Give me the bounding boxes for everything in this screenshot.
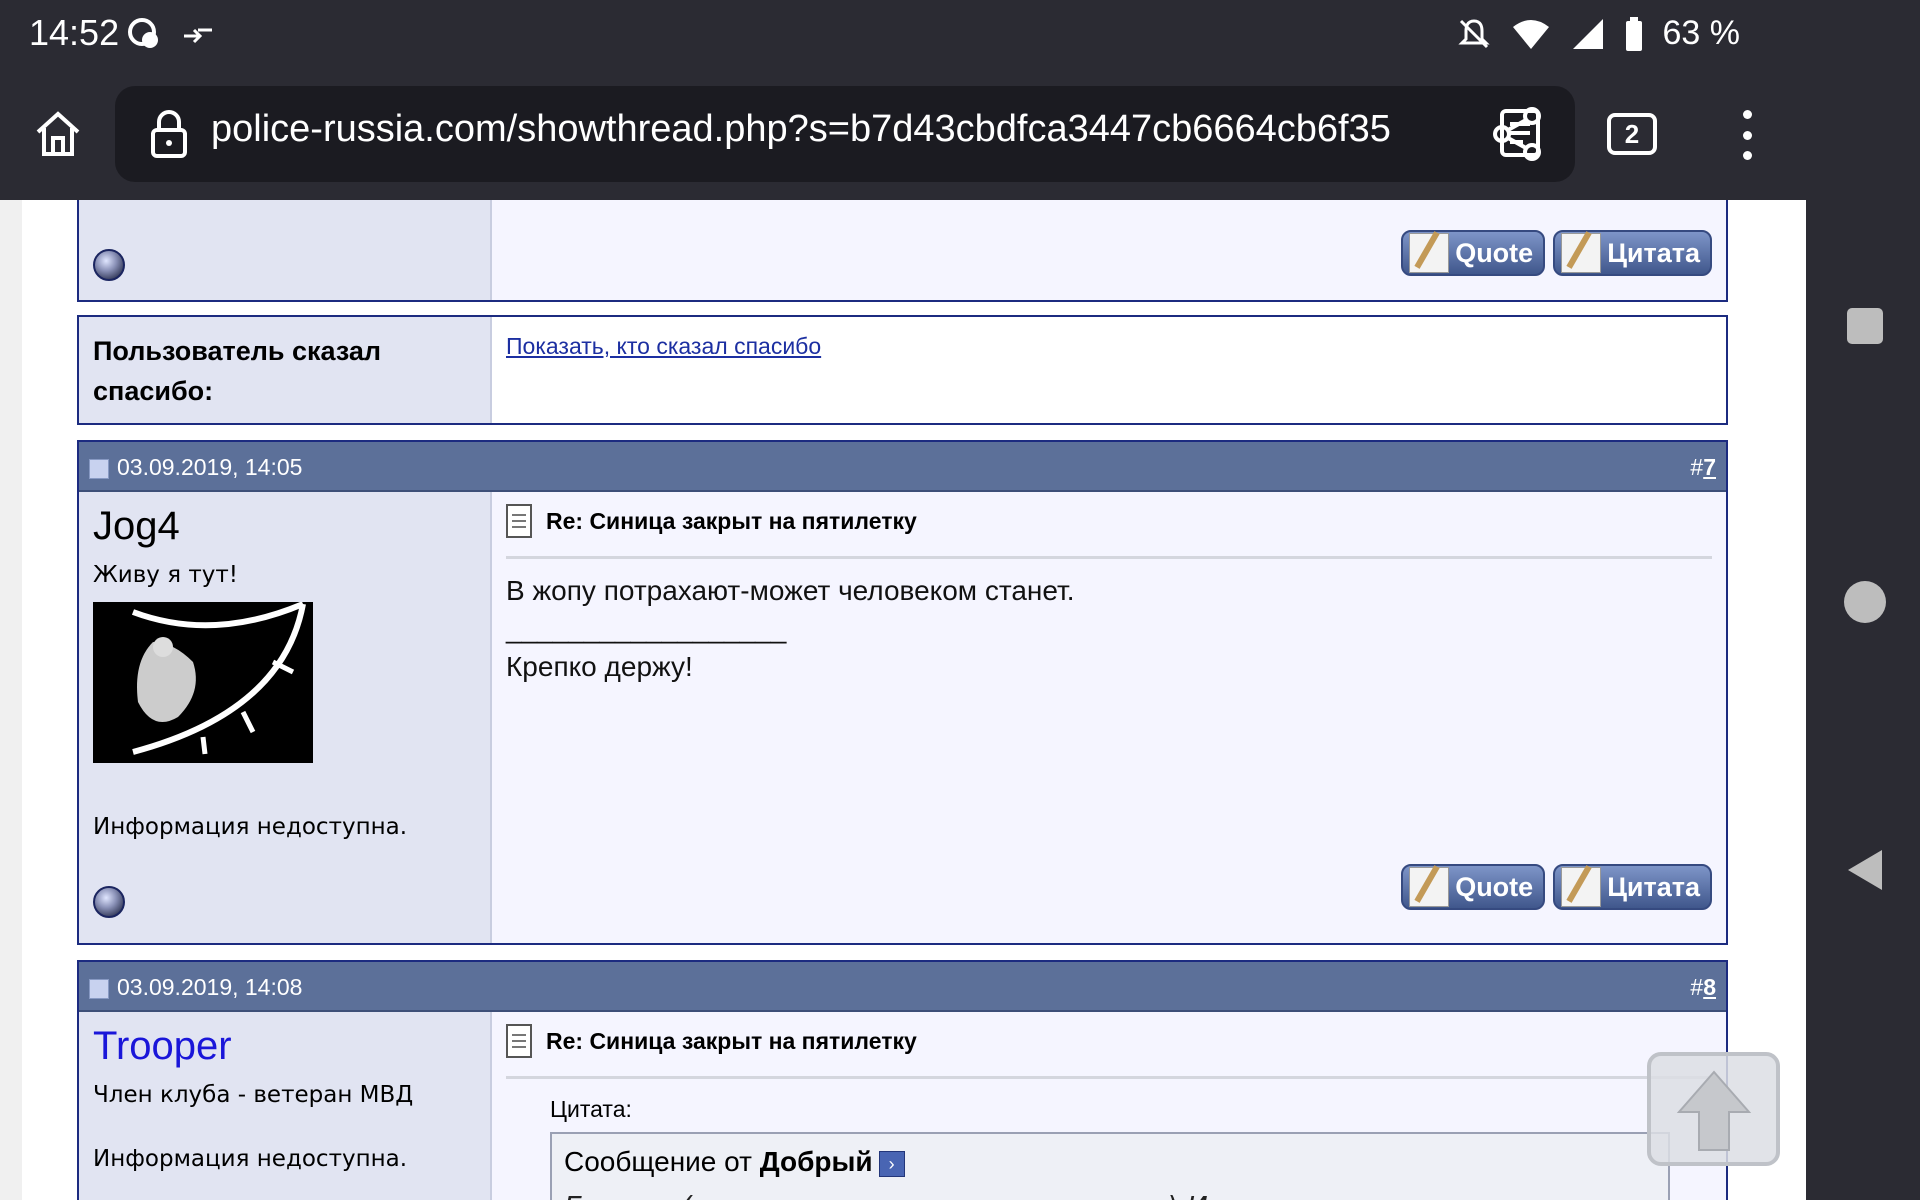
address-bar[interactable]: police-russia.com/showthread.php?s=b7d43… [115,86,1575,182]
pen-icon [1561,233,1602,273]
battery-percent: 63 % [1662,14,1741,52]
data-transfer-icon [184,28,212,44]
quick-quote-button[interactable]: Quote [1401,230,1546,276]
lock-icon[interactable] [143,108,195,160]
quote-box: Сообщение от Добрый› Быстро (с учетом эк… [550,1132,1670,1200]
post-7-quote-button[interactable]: Цитата [1553,864,1712,910]
post-7-signature: Крепко держу! [506,651,693,682]
post-8-userbox: Trooper Член клуба - ветеран МВД Информа… [79,1012,492,1200]
post-8-title: Re: Синица закрыт на пятилетку [506,1024,917,1058]
previous-post-userbox [79,200,492,300]
post-7-message: В жопу потрахают-может человеком станет. [506,575,1075,606]
recent-apps-button[interactable] [1847,308,1883,344]
thanks-link-cell: Показать, кто сказал спасибо [492,317,1726,423]
thanks-label-cell: Пользователь сказал спасибо: [79,317,492,423]
post-icon [506,1024,532,1058]
thanks-box: Пользователь сказал спасибо: Показать, к… [77,315,1728,425]
previous-post-content: Quote Цитата [492,200,1726,300]
battery-icon [1625,16,1642,51]
pen-icon [1409,233,1450,273]
mute-icon [1457,18,1490,48]
post-7-header: 03.09.2019, 14:05 #7 [79,442,1726,492]
post-7-user-info: Информация недоступна. [93,814,408,840]
post-8-username[interactable]: Trooper [93,1024,232,1069]
post-7-signature-separator: __________________ [506,613,787,644]
quote-button[interactable]: Цитата [1553,230,1712,276]
previous-post-buttons: Quote Цитата [1401,230,1712,276]
home-icon [36,111,80,156]
post-icon [506,504,532,538]
post-7-date: 03.09.2019, 14:05 [117,454,303,480]
url-text[interactable]: police-russia.com/showthread.php?s=b7d43… [211,108,1461,151]
post-8-user-title: Член клуба - ветеран МВД [93,1082,414,1108]
post-8-header: 03.09.2019, 14:08 #8 [79,962,1726,1012]
raven-avatar-icon [131,601,306,755]
system-home-button[interactable] [1844,581,1886,623]
signal-icon [1572,18,1603,49]
post-7-avatar[interactable] [93,601,313,763]
post-7-divider [506,556,1712,559]
post-7-permalink[interactable]: 7 [1703,454,1716,480]
post-7-quick-quote-button[interactable]: Quote [1401,864,1546,910]
pen-icon [1409,867,1450,907]
post-7: Jog4 Живу я тут! Информация недоступна. [77,440,1728,945]
forum-thread: Quote Цитата Пользователь сказал спасибо… [22,200,1806,1200]
post-7-body: В жопу потрахают-может человеком станет.… [506,572,1075,686]
web-page: Quote Цитата Пользователь сказал спасибо… [0,200,1806,1200]
post-7-status-icon [93,886,125,918]
home-button[interactable] [28,104,88,164]
status-right-icons: 63 % [1457,14,1741,53]
post-7-username[interactable]: Jog4 [93,504,180,549]
scroll-to-top-button[interactable] [1647,1052,1780,1166]
status-time: 14:52 [29,12,120,53]
arrow-up-icon [1676,1070,1751,1151]
post-8-content: Re: Синица закрыт на пятилетку Цитата: С… [492,1012,1726,1200]
notification-icon [128,18,158,48]
post-7-buttons: Quote Цитата [1401,864,1712,910]
system-navigation-bar [1806,0,1920,1200]
thanks-label: Пользователь сказал спасибо: [93,336,382,406]
post-7-user-title: Живу я тут! [93,562,238,588]
status-left-icons [126,16,216,52]
tabs-button[interactable]: 2 [1607,113,1657,155]
post-8: Trooper Член клуба - ветеран МВД Информа… [77,960,1728,1200]
post-7-number: #7 [1690,454,1716,480]
show-thanks-link[interactable]: Показать, кто сказал спасибо [506,333,821,360]
pen-icon [1561,867,1602,907]
wifi-icon [1512,19,1549,49]
post-8-user-info: Информация недоступна. [93,1146,408,1172]
previous-post: Quote Цитата [77,200,1728,302]
post-8-date: 03.09.2019, 14:08 [117,974,303,1000]
quote-author[interactable]: Добрый [760,1146,873,1177]
view-post-arrow-icon[interactable]: › [878,1150,905,1177]
post-7-content: Re: Синица закрыт на пятилетку В жопу по… [492,492,1726,943]
quote-label: Цитата: [550,1096,632,1122]
post-8-divider [506,1076,1712,1079]
browser-toolbar: police-russia.com/showthread.php?s=b7d43… [0,68,1920,200]
status-bar: 14:52 63 % [0,0,1920,68]
quote-header: Сообщение от Добрый › [564,1146,905,1178]
post-status-icon [89,459,109,479]
post-status-icon [89,979,109,999]
overflow-menu-button[interactable] [1735,110,1759,160]
post-8-number: #8 [1690,974,1716,1000]
share-icon[interactable] [1490,106,1546,162]
post-7-userbox: Jog4 Живу я тут! Информация недоступна. [79,492,492,943]
back-button[interactable] [1848,850,1882,890]
post-7-title: Re: Синица закрыт на пятилетку [506,504,917,538]
quote-text: Быстро (с учетом экспертиз - мгновенно) … [564,1190,1305,1200]
user-status-icon [93,249,125,281]
post-8-permalink[interactable]: 8 [1703,974,1716,1000]
